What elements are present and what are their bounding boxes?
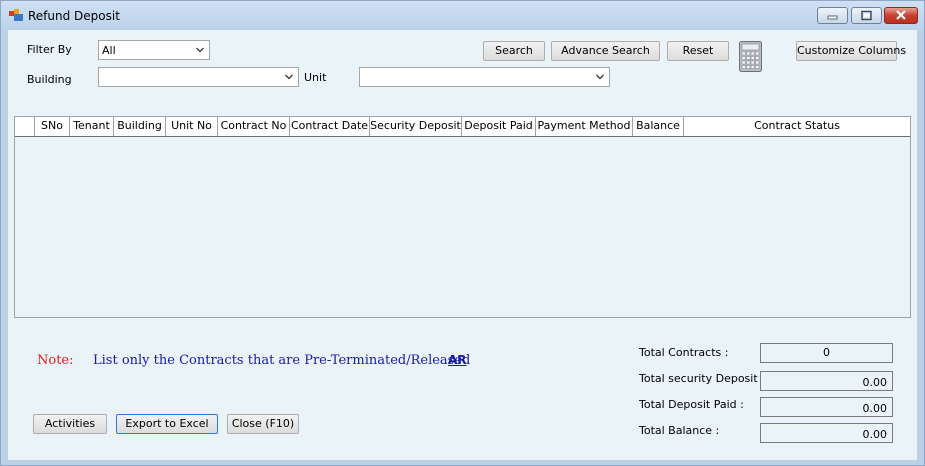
total-balance-field: 0.00 [760, 423, 893, 443]
column-header-contract-date[interactable]: Contract Date [290, 117, 370, 136]
customize-columns-button[interactable]: Customize Columns [796, 41, 906, 61]
chevron-down-icon [596, 74, 604, 80]
close-window-button[interactable] [884, 7, 918, 24]
filter-by-dropdown[interactable]: All [98, 40, 210, 60]
filter-by-label: Filter By [27, 43, 72, 56]
minimize-icon [827, 15, 838, 20]
contracts-grid[interactable]: SNo Tenant Building Unit No Contract No … [14, 116, 911, 318]
app-icon [9, 9, 23, 21]
grid-header: SNo Tenant Building Unit No Contract No … [15, 117, 910, 137]
note-label: Note: [37, 353, 74, 368]
total-contracts-field: 0 [760, 343, 893, 363]
export-to-excel-button[interactable]: Export to Excel [116, 414, 218, 434]
column-header-tenant[interactable]: Tenant [70, 117, 114, 136]
column-header-contract-no[interactable]: Contract No [218, 117, 290, 136]
calculator-icon[interactable] [739, 41, 762, 72]
column-header-deposit-paid[interactable]: Deposit Paid [462, 117, 536, 136]
row-header-cell [15, 117, 35, 136]
activities-button[interactable]: Activities [33, 414, 107, 434]
total-security-deposit-field: 0.00 [760, 371, 893, 391]
total-balance-label: Total Balance : [639, 424, 720, 437]
column-header-contract-status[interactable]: Contract Status [684, 117, 910, 136]
total-deposit-paid-label: Total Deposit Paid : [639, 398, 744, 411]
total-security-deposit-label: Total security Deposit : [639, 372, 765, 385]
refund-deposit-window: Refund Deposit Filter By All Building Un… [0, 0, 925, 466]
maximize-button[interactable] [851, 7, 882, 24]
total-deposit-paid-field: 0.00 [760, 397, 893, 417]
maximize-icon [861, 10, 872, 21]
chevron-down-icon [196, 47, 204, 53]
building-label: Building [27, 73, 72, 86]
column-header-payment-method[interactable]: Payment Method [536, 117, 633, 136]
ar-link[interactable]: AR [448, 353, 467, 367]
note-text: List only the Contracts that are Pre-Ter… [93, 353, 471, 368]
close-icon [896, 10, 906, 20]
building-dropdown[interactable] [98, 67, 299, 87]
column-header-building[interactable]: Building [114, 117, 166, 136]
column-header-security-deposit[interactable]: Security Deposit [370, 117, 462, 136]
client-area: Filter By All Building Unit Search Advan… [8, 30, 917, 460]
filter-by-value: All [102, 44, 116, 57]
minimize-button[interactable] [817, 7, 848, 24]
unit-label: Unit [304, 71, 327, 84]
advance-search-button[interactable]: Advance Search [551, 41, 660, 61]
chevron-down-icon [285, 74, 293, 80]
search-button[interactable]: Search [483, 41, 545, 61]
column-header-unit-no[interactable]: Unit No [166, 117, 218, 136]
column-header-balance[interactable]: Balance [633, 117, 684, 136]
close-button[interactable]: Close (F10) [227, 414, 299, 434]
unit-dropdown[interactable] [359, 67, 610, 87]
window-title: Refund Deposit [28, 9, 120, 23]
reset-button[interactable]: Reset [667, 41, 729, 61]
total-contracts-label: Total Contracts : [639, 346, 729, 359]
title-bar: Refund Deposit [1, 1, 924, 30]
column-header-sno[interactable]: SNo [35, 117, 70, 136]
